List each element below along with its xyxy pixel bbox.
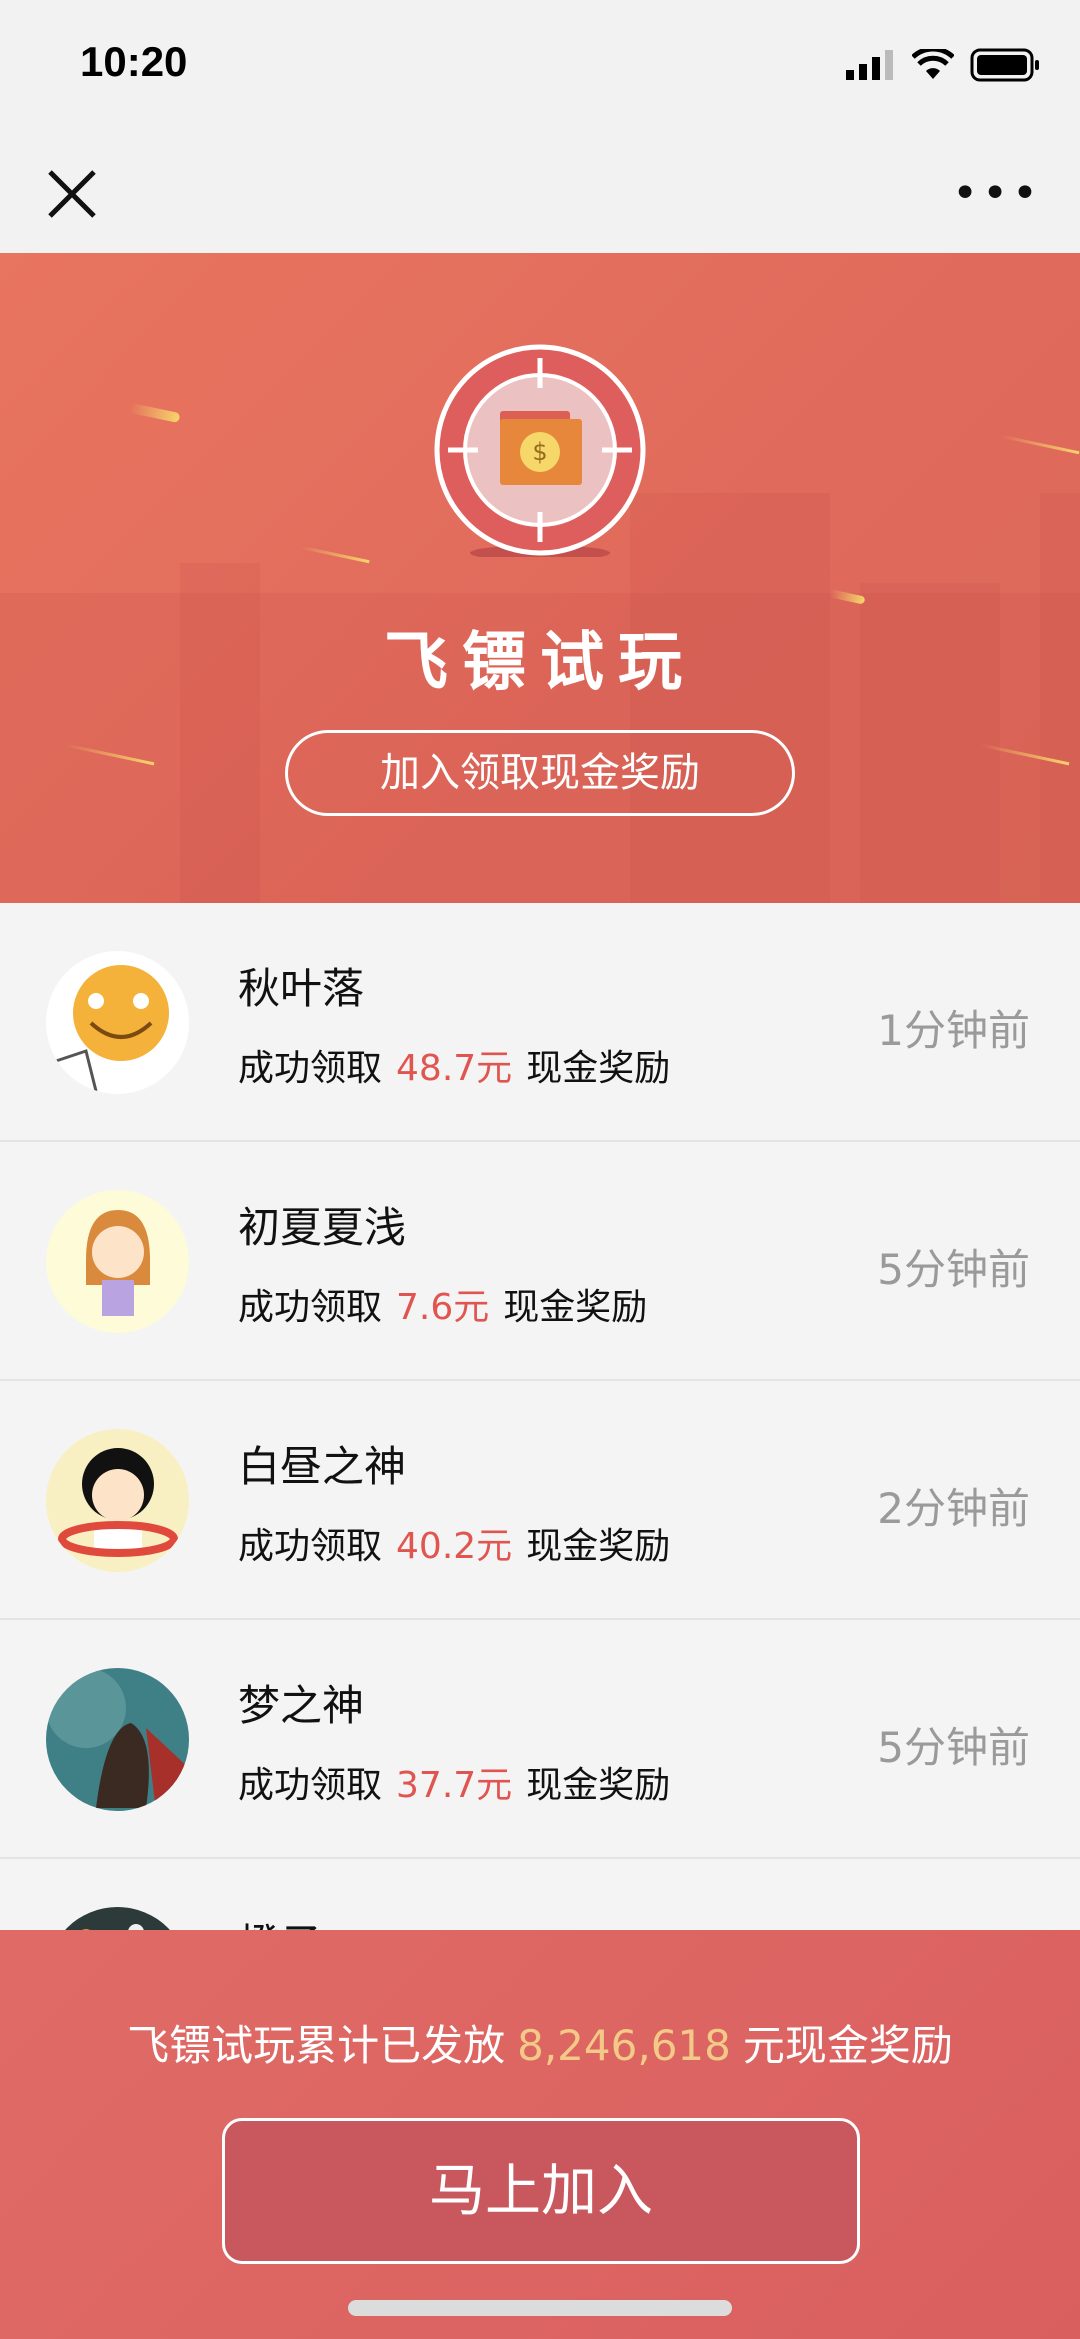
avatar xyxy=(46,951,189,1094)
time-ago: 1分钟前 xyxy=(877,1006,1030,1055)
list-item: 初夏夏浅 成功领取 7.6元 现金奖励 5分钟前 xyxy=(0,1142,1080,1381)
reward-suffix: 现金奖励 xyxy=(503,1287,648,1328)
banner: $ 飞镖试玩 加入领取现金奖励 xyxy=(0,253,1080,903)
reward-prefix: 成功领取 xyxy=(238,1048,383,1089)
avatar xyxy=(46,1429,189,1572)
reward-text: 成功领取 7.6元 现金奖励 xyxy=(238,1278,647,1330)
reward-text: 成功领取 48.7元 现金奖励 xyxy=(238,1039,670,1091)
total-amount: 8,246,618 xyxy=(517,2021,731,2070)
status-icons xyxy=(846,48,1040,82)
reward-prefix: 成功领取 xyxy=(238,1765,383,1806)
join-reward-button[interactable]: 加入领取现金奖励 xyxy=(285,730,795,816)
wifi-icon xyxy=(912,49,954,79)
more-icon[interactable]: ••• xyxy=(952,172,1042,216)
bottom-panel: 飞镖试玩累计已发放 8,246,618 元现金奖励 马上加入 xyxy=(0,1930,1080,2339)
join-now-button[interactable]: 马上加入 xyxy=(222,2118,860,2264)
list-item: 秋叶落 成功领取 48.7元 现金奖励 1分钟前 xyxy=(0,903,1080,1142)
summary-suffix: 元现金奖励 xyxy=(742,2021,953,2070)
home-indicator[interactable] xyxy=(348,2300,732,2316)
battery-icon xyxy=(970,48,1039,82)
avatar xyxy=(46,1668,189,1811)
reward-suffix: 现金奖励 xyxy=(526,1526,671,1567)
status-time: 10:20 xyxy=(80,38,188,85)
time-ago: 5分钟前 xyxy=(877,1723,1030,1772)
close-icon[interactable] xyxy=(44,166,100,222)
reward-amount: 37.7元 xyxy=(396,1765,513,1806)
user-name: 白昼之神 xyxy=(238,1442,407,1491)
reward-suffix: 现金奖励 xyxy=(526,1765,671,1806)
svg-text:$: $ xyxy=(532,438,547,466)
total-summary: 飞镖试玩累计已发放 8,246,618 元现金奖励 xyxy=(0,2012,1080,2073)
reward-amount: 48.7元 xyxy=(396,1048,513,1089)
reward-text: 成功领取 40.2元 现金奖励 xyxy=(238,1517,670,1569)
reward-suffix: 现金奖励 xyxy=(526,1048,671,1089)
list-item: 梦之神 成功领取 37.7元 现金奖励 5分钟前 xyxy=(0,1620,1080,1859)
summary-prefix: 飞镖试玩累计已发放 xyxy=(127,2021,506,2070)
nav-bar: ••• xyxy=(0,150,1080,253)
time-ago: 5分钟前 xyxy=(877,1245,1030,1294)
reward-prefix: 成功领取 xyxy=(238,1526,383,1567)
list-item: 白昼之神 成功领取 40.2元 现金奖励 2分钟前 xyxy=(0,1381,1080,1620)
reward-prefix: 成功领取 xyxy=(238,1287,383,1328)
time-ago: 2分钟前 xyxy=(877,1484,1030,1533)
reward-text: 成功领取 37.7元 现金奖励 xyxy=(238,1756,670,1808)
reward-amount: 40.2元 xyxy=(396,1526,513,1567)
avatar xyxy=(46,1190,189,1333)
user-name: 梦之神 xyxy=(238,1681,365,1730)
reward-amount: 7.6元 xyxy=(396,1287,490,1328)
user-name: 秋叶落 xyxy=(238,964,365,1013)
dart-target-wallet-icon: $ xyxy=(434,344,646,557)
user-name: 初夏夏浅 xyxy=(238,1203,407,1252)
banner-title: 飞镖试玩 xyxy=(384,626,696,700)
signal-icon xyxy=(846,50,893,80)
status-bar: 10:20 xyxy=(0,0,1080,150)
